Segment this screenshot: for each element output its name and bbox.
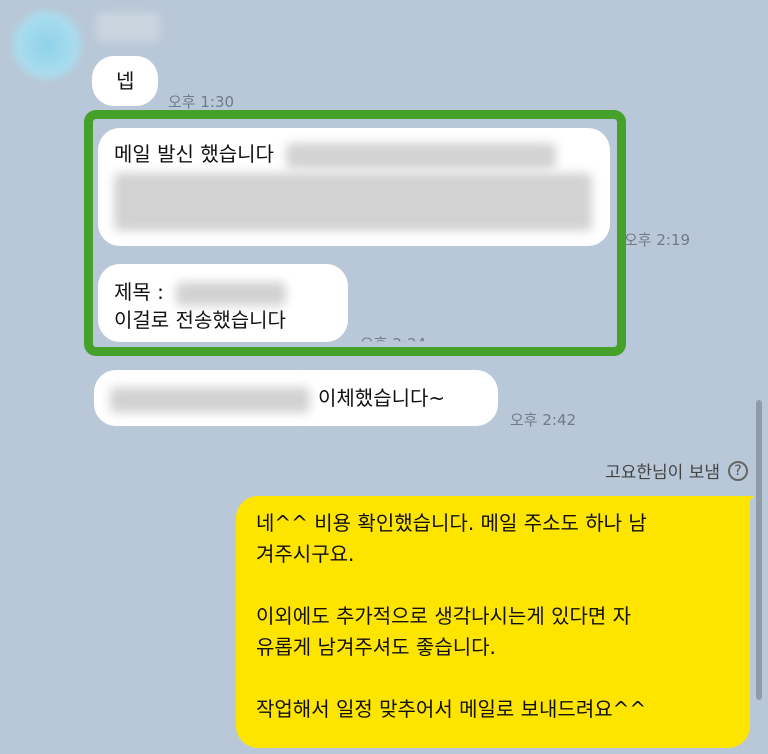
- sender-label: 고요한님이 보냄: [605, 463, 720, 483]
- help-icon[interactable]: ?: [728, 460, 748, 481]
- highlight-box: [84, 110, 626, 356]
- sender-avatar[interactable]: [10, 8, 84, 82]
- message-time: 오후 2:19: [624, 231, 691, 249]
- message-text: 넵: [116, 69, 135, 93]
- sender-name-redacted: [96, 12, 160, 42]
- message-bubble-1[interactable]: 넵: [92, 56, 158, 106]
- redacted-text: [110, 386, 310, 413]
- message-line: 유롭게 남겨주셔도 좋습니다.: [256, 635, 496, 659]
- message-text: 이체했습니다~: [318, 386, 446, 410]
- message-line: 겨주시구요.: [256, 542, 355, 566]
- scrollbar[interactable]: [756, 400, 762, 700]
- my-message-bubble[interactable]: 네^^ 비용 확인했습니다. 메일 주소도 하나 남 겨주시구요. 이외에도 추…: [236, 496, 750, 748]
- message-line: 작업해서 일정 맞추어서 메일로 보내드려요^^: [256, 697, 647, 721]
- sender-indicator: 고요한님이 보냄 ?: [605, 458, 748, 483]
- message-line: 이외에도 추가적으로 생각나시는게 있다면 자: [256, 604, 632, 628]
- message-bubble-4[interactable]: 이체했습니다~: [94, 370, 498, 426]
- message-line: 네^^ 비용 확인했습니다. 메일 주소도 하나 남: [256, 511, 647, 535]
- message-time: 오후 2:42: [510, 411, 577, 429]
- message-time: 오후 1:30: [168, 93, 235, 111]
